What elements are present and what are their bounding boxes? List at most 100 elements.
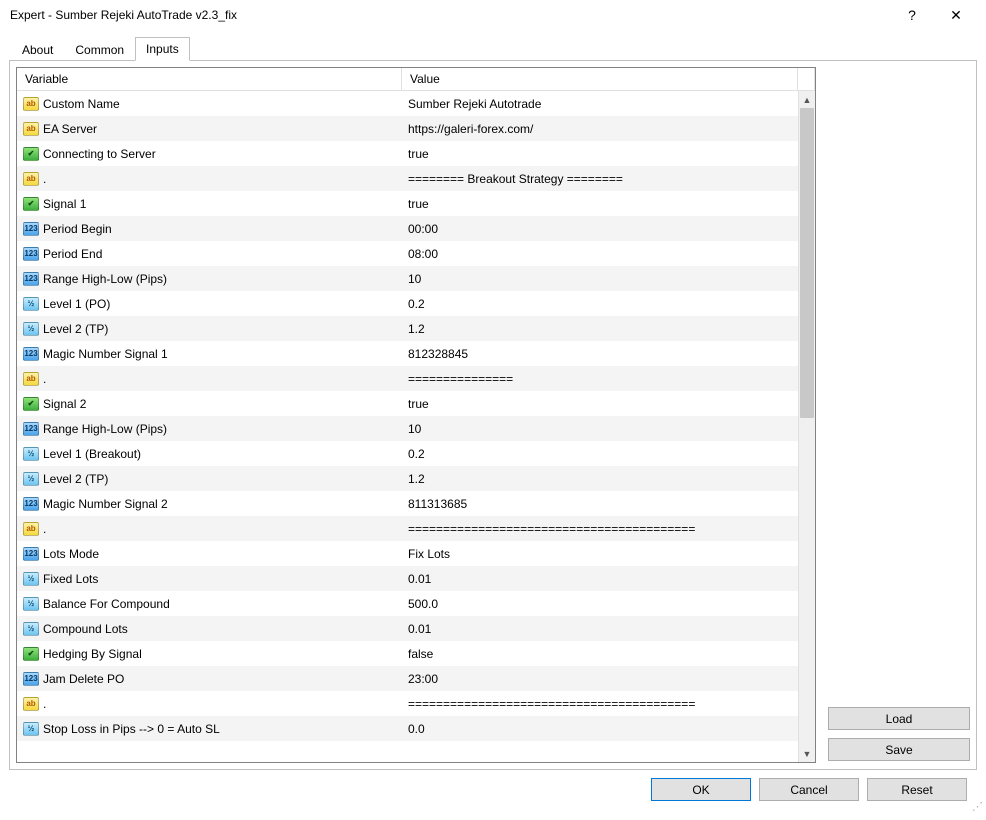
cancel-button[interactable]: Cancel bbox=[759, 778, 859, 801]
variable-name: Magic Number Signal 2 bbox=[43, 497, 168, 511]
tab-panel: Variable Value abCustom NameSumber Rejek… bbox=[9, 60, 977, 770]
value-cell[interactable]: 10 bbox=[402, 416, 798, 441]
table-row[interactable]: abCustom NameSumber Rejeki Autotrade bbox=[17, 91, 798, 116]
variable-cell: ½Level 1 (Breakout) bbox=[17, 441, 402, 466]
double-type-icon: ½ bbox=[23, 722, 39, 736]
ok-button[interactable]: OK bbox=[651, 778, 751, 801]
value-cell[interactable]: 1.2 bbox=[402, 316, 798, 341]
value-cell[interactable]: 10 bbox=[402, 266, 798, 291]
value-cell[interactable]: 811313685 bbox=[402, 491, 798, 516]
value-cell[interactable]: https://galeri-forex.com/ bbox=[402, 116, 798, 141]
table-row[interactable]: ab.=============== bbox=[17, 366, 798, 391]
value-cell[interactable]: 0.01 bbox=[402, 566, 798, 591]
tab-inputs[interactable]: Inputs bbox=[135, 37, 190, 61]
variable-cell: ½Fixed Lots bbox=[17, 566, 402, 591]
close-button[interactable]: ✕ bbox=[934, 1, 978, 29]
variable-cell: ½Balance For Compound bbox=[17, 591, 402, 616]
table-row[interactable]: ✔ Signal 1 true bbox=[17, 191, 798, 216]
tab-common[interactable]: Common bbox=[64, 38, 135, 61]
vertical-scrollbar[interactable]: ▲ ▼ bbox=[798, 91, 815, 762]
variable-name: EA Server bbox=[43, 122, 97, 136]
boolean-type-icon: ✔ bbox=[23, 197, 39, 211]
table-row[interactable]: ½Fixed Lots0.01 bbox=[17, 566, 798, 591]
value-cell[interactable]: 812328845 bbox=[402, 341, 798, 366]
scroll-up-arrow-icon[interactable]: ▲ bbox=[799, 91, 815, 108]
resize-grip-icon[interactable]: ⋰ bbox=[970, 804, 982, 816]
variable-name: Period Begin bbox=[43, 222, 112, 236]
value-cell[interactable]: ========================================… bbox=[402, 691, 798, 716]
tab-about[interactable]: About bbox=[11, 38, 64, 61]
scroll-thumb[interactable] bbox=[800, 108, 814, 418]
table-row[interactable]: ½Level 2 (TP)1.2 bbox=[17, 316, 798, 341]
table-row[interactable]: ✔Signal 2true bbox=[17, 391, 798, 416]
table-row[interactable]: 123Lots ModeFix Lots bbox=[17, 541, 798, 566]
save-button[interactable]: Save bbox=[828, 738, 970, 761]
double-type-icon: ½ bbox=[23, 472, 39, 486]
integer-type-icon: 123 bbox=[23, 422, 39, 436]
variable-cell: 123Magic Number Signal 1 bbox=[17, 341, 402, 366]
value-cell[interactable]: true bbox=[402, 391, 798, 416]
value-cell[interactable]: =============== bbox=[402, 366, 798, 391]
table-row[interactable]: ½Balance For Compound500.0 bbox=[17, 591, 798, 616]
value-cell[interactable]: Sumber Rejeki Autotrade bbox=[402, 91, 798, 116]
table-row[interactable]: ✔ Hedging By Signal false bbox=[17, 641, 798, 666]
reset-button[interactable]: Reset bbox=[867, 778, 967, 801]
value-cell[interactable]: true bbox=[402, 141, 798, 166]
table-row[interactable]: ab. =====================================… bbox=[17, 691, 798, 716]
string-type-icon: ab bbox=[23, 97, 39, 111]
variable-cell: abCustom Name bbox=[17, 91, 402, 116]
table-row[interactable]: ½ Level 2 (TP) 1.2 bbox=[17, 466, 798, 491]
table-row[interactable]: ½Stop Loss in Pips --> 0 = Auto SL0.0 bbox=[17, 716, 798, 741]
table-row[interactable]: 123Range High-Low (Pips)10 bbox=[17, 266, 798, 291]
double-type-icon: ½ bbox=[23, 447, 39, 461]
value-cell[interactable]: 23:00 bbox=[402, 666, 798, 691]
inputs-grid: Variable Value abCustom NameSumber Rejek… bbox=[16, 67, 816, 763]
help-button[interactable]: ? bbox=[890, 1, 934, 29]
value-cell[interactable]: 0.2 bbox=[402, 441, 798, 466]
string-type-icon: ab bbox=[23, 697, 39, 711]
value-cell[interactable]: ========================================… bbox=[402, 516, 798, 541]
variable-name: Hedging By Signal bbox=[43, 647, 142, 661]
table-row[interactable]: ✔Connecting to Servertrue bbox=[17, 141, 798, 166]
table-row[interactable]: ½Level 1 (PO)0.2 bbox=[17, 291, 798, 316]
header-value[interactable]: Value bbox=[402, 68, 798, 90]
variable-name: Signal 1 bbox=[43, 197, 86, 211]
table-row[interactable]: ½Compound Lots0.01 bbox=[17, 616, 798, 641]
value-cell[interactable]: 0.2 bbox=[402, 291, 798, 316]
scroll-down-arrow-icon[interactable]: ▼ bbox=[799, 745, 815, 762]
header-variable[interactable]: Variable bbox=[17, 68, 402, 90]
table-row[interactable]: ab.======== Breakout Strategy ======== bbox=[17, 166, 798, 191]
load-button[interactable]: Load bbox=[828, 707, 970, 730]
table-row[interactable]: ab.=====================================… bbox=[17, 516, 798, 541]
value-cell[interactable]: 08:00 bbox=[402, 241, 798, 266]
variable-name: . bbox=[43, 697, 46, 711]
value-cell[interactable]: 00:00 bbox=[402, 216, 798, 241]
table-row[interactable]: 123Magic Number Signal 1812328845 bbox=[17, 341, 798, 366]
value-cell[interactable]: 0.0 bbox=[402, 716, 798, 741]
table-row[interactable]: 123Magic Number Signal 2811313685 bbox=[17, 491, 798, 516]
grid-rows: abCustom NameSumber Rejeki AutotradeabEA… bbox=[17, 91, 798, 762]
value-cell[interactable]: true bbox=[402, 191, 798, 216]
value-cell[interactable]: Fix Lots bbox=[402, 541, 798, 566]
value-cell[interactable]: ======== Breakout Strategy ======== bbox=[402, 166, 798, 191]
integer-type-icon: 123 bbox=[23, 222, 39, 236]
variable-name: Level 2 (TP) bbox=[43, 472, 108, 486]
variable-name: Compound Lots bbox=[43, 622, 128, 636]
value-cell[interactable]: false bbox=[402, 641, 798, 666]
table-row[interactable]: ½Level 1 (Breakout)0.2 bbox=[17, 441, 798, 466]
variable-cell: 123Range High-Low (Pips) bbox=[17, 416, 402, 441]
tab-strip: About Common Inputs bbox=[11, 36, 977, 60]
table-row[interactable]: ab EA Server https://galeri-forex.com/ bbox=[17, 116, 798, 141]
variable-name: Jam Delete PO bbox=[43, 672, 124, 686]
value-cell[interactable]: 500.0 bbox=[402, 591, 798, 616]
variable-cell: ½Stop Loss in Pips --> 0 = Auto SL bbox=[17, 716, 402, 741]
value-cell[interactable]: 0.01 bbox=[402, 616, 798, 641]
boolean-type-icon: ✔ bbox=[23, 647, 39, 661]
table-row[interactable]: 123 Period Begin 00:00 bbox=[17, 216, 798, 241]
variable-cell: ½Compound Lots bbox=[17, 616, 402, 641]
table-row[interactable]: 123Jam Delete PO23:00 bbox=[17, 666, 798, 691]
table-row[interactable]: 123Period End08:00 bbox=[17, 241, 798, 266]
table-row[interactable]: 123Range High-Low (Pips)10 bbox=[17, 416, 798, 441]
string-type-icon: ab bbox=[23, 122, 39, 136]
value-cell[interactable]: 1.2 bbox=[402, 466, 798, 491]
